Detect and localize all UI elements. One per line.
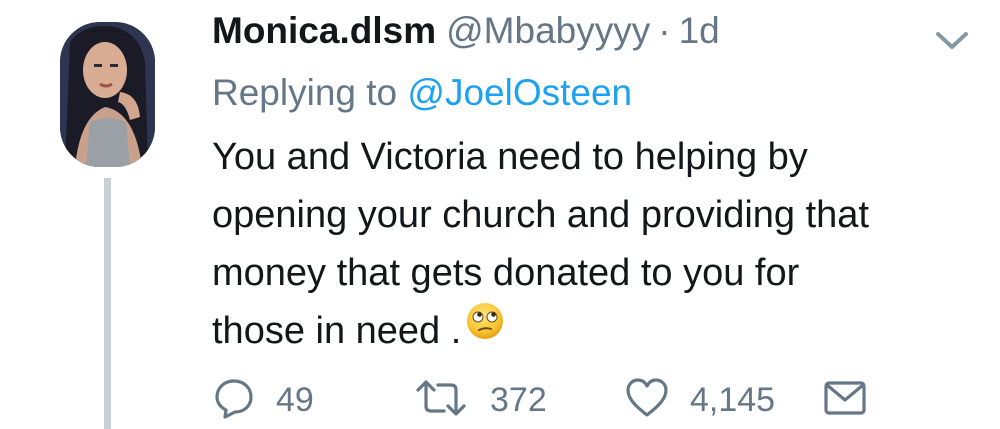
reply-count: 49 xyxy=(276,380,314,419)
replying-to: Replying to @JoelOsteen xyxy=(212,72,632,114)
retweet-button[interactable]: 372 xyxy=(412,372,547,428)
chevron-down-icon[interactable] xyxy=(930,25,974,55)
thread-line xyxy=(104,178,111,429)
user-handle[interactable]: @Mbabyyyy xyxy=(446,10,650,52)
reply-button[interactable]: 49 xyxy=(212,372,314,428)
display-name[interactable]: Monica.dlsm xyxy=(212,10,436,52)
retweet-icon xyxy=(412,376,470,425)
reply-icon xyxy=(212,376,256,425)
tweet-text-line: those in need . xyxy=(212,310,462,352)
retweet-count: 372 xyxy=(490,380,547,419)
timestamp[interactable]: 1d xyxy=(679,10,720,52)
tweet-header: Monica.dlsm @Mbabyyyy · 1d xyxy=(212,10,720,65)
like-count: 4,145 xyxy=(690,380,776,419)
tweet-text-line: money that gets donated to you for xyxy=(212,252,800,294)
tweet[interactable]: Monica.dlsm @Mbabyyyy · 1d Replying to @… xyxy=(0,0,1000,429)
envelope-icon xyxy=(822,376,868,425)
reply-mention-link[interactable]: @JoelOsteen xyxy=(407,72,632,113)
tweet-text-line: opening your church and providing that xyxy=(212,194,870,236)
tweet-text: You and Victoria need to helping by open… xyxy=(212,128,972,362)
tweet-text-line: You and Victoria need to helping by xyxy=(212,136,808,178)
tweet-text-line-last: those in need . xyxy=(212,302,972,362)
separator-dot: · xyxy=(658,10,671,51)
replying-to-label: Replying to xyxy=(212,72,398,113)
avatar[interactable] xyxy=(60,22,155,167)
heart-icon xyxy=(624,376,670,425)
tweet-actions: 49 372 4,145 xyxy=(212,372,972,428)
direct-message-button[interactable] xyxy=(822,372,868,428)
avatar-image xyxy=(60,22,155,167)
face-with-rolling-eyes-emoji xyxy=(465,300,505,358)
like-button[interactable]: 4,145 xyxy=(624,372,775,428)
